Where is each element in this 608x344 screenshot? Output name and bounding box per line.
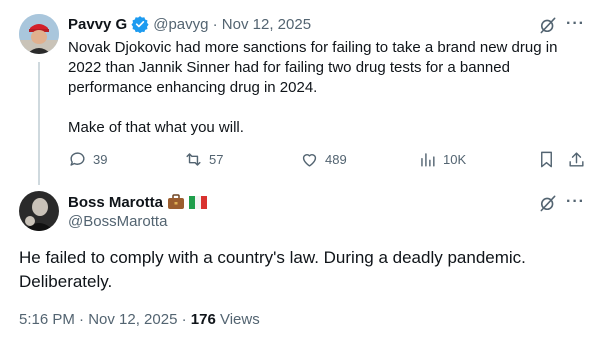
reply-timestamp[interactable]: 5:16 PM · Nov 12, 2025 · bbox=[19, 311, 191, 328]
thread-line bbox=[38, 62, 40, 185]
reply-view-count: 176 bbox=[190, 311, 216, 328]
reply-views-label: Views bbox=[215, 311, 260, 328]
views-button[interactable]: 10K bbox=[418, 150, 466, 169]
reply-button[interactable]: 39 bbox=[68, 150, 107, 169]
repost-count: 57 bbox=[209, 152, 224, 167]
avatar-image bbox=[19, 191, 59, 231]
reply-header: Boss Marotta bbox=[68, 192, 208, 212]
views-chart-icon bbox=[421, 153, 435, 167]
repost-icon bbox=[186, 153, 201, 166]
heart-icon bbox=[302, 154, 317, 167]
more-options-button[interactable]: ··· bbox=[566, 16, 585, 32]
avatar-image bbox=[19, 14, 59, 54]
share-icon bbox=[569, 152, 584, 167]
tweet-text: Novak Djokovic had more sanctions for fa… bbox=[68, 39, 558, 136]
view-count: 10K bbox=[443, 152, 467, 167]
like-button[interactable]: 489 bbox=[300, 150, 347, 169]
reply-author-name[interactable]: Boss Marotta bbox=[68, 194, 163, 211]
author-name[interactable]: Pavvy G bbox=[68, 16, 127, 33]
repost-button[interactable]: 57 bbox=[184, 150, 223, 169]
handle-and-date[interactable]: @pavyg · Nov 12, 2025 bbox=[153, 16, 311, 33]
tweet-header: Pavvy G @pavyg · Nov 12, 2025 bbox=[68, 14, 311, 34]
verified-badge-icon bbox=[131, 15, 149, 33]
reply-meta: 5:16 PM · Nov 12, 2025 · 176 Views bbox=[19, 311, 260, 328]
reply-icon bbox=[70, 152, 85, 166]
more-options-button[interactable]: ··· bbox=[566, 194, 585, 210]
avatar-pavvy-g[interactable] bbox=[19, 14, 59, 54]
grok-icon[interactable] bbox=[538, 15, 558, 40]
reply-text: He failed to comply with a country's law… bbox=[19, 248, 526, 291]
like-count: 489 bbox=[325, 152, 347, 167]
reply-count: 39 bbox=[93, 152, 108, 167]
italy-flag-icon bbox=[189, 195, 208, 209]
tweet-actions: 39 57 489 10K bbox=[68, 150, 588, 170]
grok-icon[interactable] bbox=[538, 193, 558, 218]
reply-handle[interactable]: @BossMarotta bbox=[68, 213, 167, 230]
bookmark-icon bbox=[541, 151, 552, 168]
avatar-boss-marotta[interactable] bbox=[19, 191, 59, 231]
briefcase-emoji-icon bbox=[167, 194, 185, 210]
bookmark-button[interactable] bbox=[537, 150, 556, 169]
share-button[interactable] bbox=[567, 150, 586, 169]
